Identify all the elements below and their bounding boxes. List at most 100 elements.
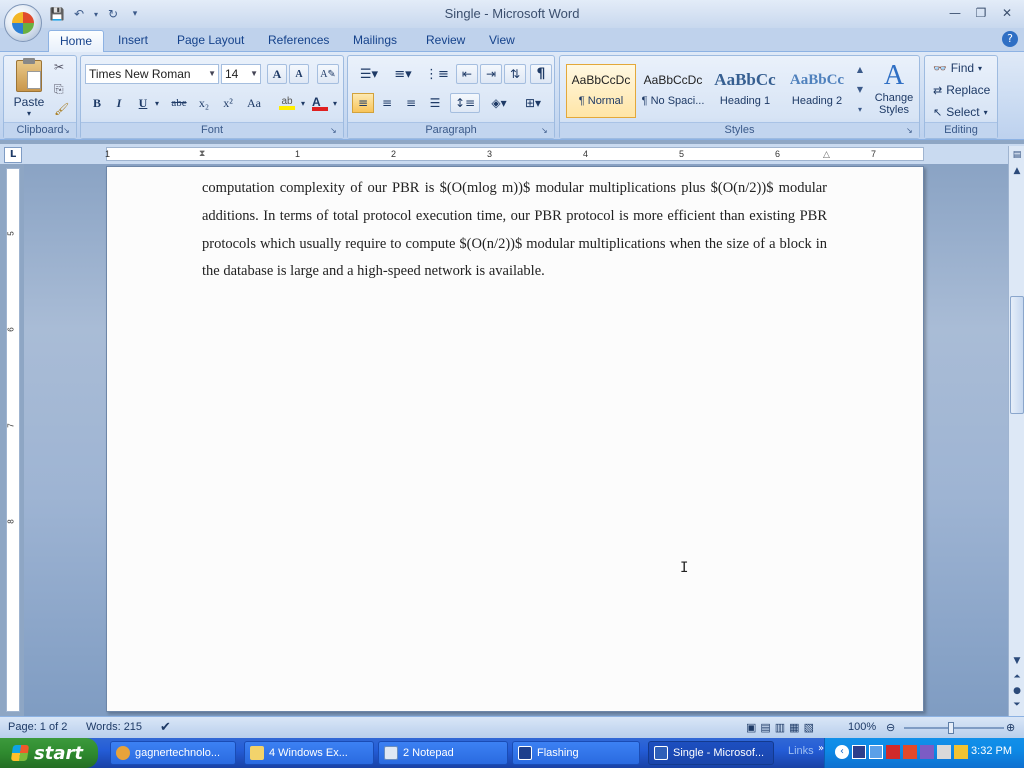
superscript-button[interactable]: x² [217,93,239,113]
scroll-thumb[interactable] [1010,296,1024,414]
clipboard-launcher-icon[interactable]: ↘ [63,126,73,136]
clock[interactable]: 3:32 PM [971,745,1012,757]
tray-expand-icon[interactable]: ‹ [835,745,849,759]
taskbar-item-flashing[interactable]: Flashing [512,741,640,765]
style-heading-2[interactable]: AaBbCc Heading 2 [782,64,852,118]
cut-icon[interactable]: ✂ [54,60,64,74]
restore-icon[interactable]: ❐ [968,3,994,23]
scroll-up-icon[interactable]: ▲ [1010,164,1024,178]
highlight-color-button[interactable]: ab [275,93,299,113]
paste-button[interactable]: Paste ▾ [12,58,46,118]
scroll-down-icon[interactable]: ▼ [1010,654,1024,668]
font-launcher-icon[interactable]: ↘ [330,126,340,136]
bullets-icon[interactable]: ☰▾ [354,64,384,84]
subscript-button[interactable]: x₂ [193,93,215,113]
paragraph-launcher-icon[interactable]: ↘ [541,126,551,136]
word-count[interactable]: Words: 215 [86,721,142,733]
taskbar-item-explorer[interactable]: 4 Windows Ex... [244,741,374,765]
tab-view[interactable]: View [478,30,526,52]
show-formatting-marks-icon[interactable]: ¶ [530,64,552,84]
right-indent-icon[interactable]: △ [823,149,833,161]
bold-button[interactable]: B [87,93,107,113]
style-no-spacing[interactable]: AaBbCcDc ¶ No Spaci... [638,64,708,118]
copy-icon[interactable]: ⎘ [54,82,64,97]
styles-launcher-icon[interactable]: ↘ [906,126,916,136]
highlight-dropdown-icon[interactable]: ▾ [299,93,307,113]
tray-volume-icon[interactable] [937,745,951,759]
decrease-indent-icon[interactable]: ⇤ [456,64,478,84]
tab-home[interactable]: Home [48,30,105,52]
next-page-icon[interactable]: ⏷ [1010,698,1024,712]
view-buttons-icon[interactable]: ▣▤▥▦▧ [746,721,818,734]
align-right-icon[interactable]: ≡ [400,93,422,113]
zoom-slider-thumb[interactable] [948,722,954,734]
proofing-icon[interactable]: ✔ [160,719,171,735]
grow-font-button[interactable]: A [267,64,287,84]
document-paragraph[interactable]: computation complexity of our PBR is $(O… [202,175,827,286]
style-normal[interactable]: AaBbCcDc ¶ Normal [566,64,636,118]
clear-formatting-icon[interactable]: A✎ [317,64,339,84]
vertical-scrollbar[interactable]: ▤ ▲ ▼ ⏶ ● ⏷ [1008,146,1024,716]
zoom-level[interactable]: 100% [848,721,876,733]
tray-app3-icon[interactable] [920,745,934,759]
replace-button[interactable]: ⇄ Replace [933,80,990,100]
sort-icon[interactable]: ⇅ [504,64,526,84]
office-button[interactable] [4,4,42,42]
taskbar-item-notepad[interactable]: 2 Notepad [378,741,508,765]
underline-button[interactable]: U [133,93,153,113]
format-painter-icon[interactable]: 🖌 [54,102,69,116]
font-color-button[interactable]: A [309,93,331,113]
multilevel-list-icon[interactable]: ⋮≡ [422,64,452,84]
chevron-down-icon: ▼ [250,69,258,78]
minimize-icon[interactable]: — [942,3,968,23]
tab-page-layout[interactable]: Page Layout [166,30,255,52]
font-size-combo[interactable]: 14 ▼ [221,64,261,84]
zoom-in-icon[interactable]: ⊕ [1006,721,1015,734]
shrink-font-button[interactable]: A [289,64,309,84]
tab-review[interactable]: Review [415,30,476,52]
browse-object-icon[interactable]: ● [1010,684,1024,698]
vertical-ruler[interactable]: 5 6 7 8 [6,168,20,712]
justify-icon[interactable]: ☰ [424,93,446,113]
style-heading-1[interactable]: AaBbCc Heading 1 [710,64,780,118]
tray-pdf-icon[interactable] [886,745,900,759]
zoom-slider[interactable] [904,727,1004,729]
taskbar-item-browser[interactable]: gagnertechnolo... [110,741,236,765]
increase-indent-icon[interactable]: ⇥ [480,64,502,84]
change-case-button[interactable]: Aa [241,93,267,113]
first-line-indent-icon[interactable]: ⧗ [199,148,209,160]
line-spacing-icon[interactable]: ↕≡ [450,93,480,113]
tab-references[interactable]: References [257,30,340,52]
tray-app4-icon[interactable] [954,745,968,759]
select-button[interactable]: ↖ Select ▾ [933,102,988,122]
horizontal-ruler[interactable]: 1 ⧗ 1 2 3 4 5 6 △ 7 [105,147,924,161]
font-name-combo[interactable]: Times New Roman ▼ [85,64,219,84]
links-toolbar[interactable]: Links [788,745,814,757]
close-icon[interactable]: ✕ [994,3,1020,23]
help-icon[interactable]: ? [1002,31,1018,47]
strikethrough-button[interactable]: abe [167,93,191,113]
tab-insert[interactable]: Insert [107,30,159,52]
tab-mailings[interactable]: Mailings [342,30,408,52]
view-ruler-icon[interactable]: ▤ [1010,148,1024,162]
font-color-dropdown-icon[interactable]: ▾ [331,93,339,113]
underline-dropdown-icon[interactable]: ▾ [153,93,161,113]
numbering-icon[interactable]: ≡▾ [388,64,418,84]
previous-page-icon[interactable]: ⏶ [1010,670,1024,684]
zoom-out-icon[interactable]: ⊖ [886,721,895,734]
borders-icon[interactable]: ⊞▾ [518,93,548,113]
italic-button[interactable]: I [109,93,129,113]
shading-icon[interactable]: ◈▾ [484,93,514,113]
tray-app2-icon[interactable] [903,745,917,759]
styles-scroll[interactable]: ▲ ▼ ▾ [854,60,866,120]
tray-app-icon[interactable] [852,745,866,759]
taskbar-item-word[interactable]: Single - Microsof... [648,741,774,765]
tab-selector-icon[interactable]: L [4,147,22,163]
start-button[interactable]: start [0,738,98,768]
align-left-icon[interactable]: ≡ [352,93,374,113]
page-count[interactable]: Page: 1 of 2 [8,721,67,733]
find-button[interactable]: 👓 Find ▾ [933,58,982,78]
align-center-icon[interactable]: ≡ [376,93,398,113]
change-styles-button[interactable]: A Change Styles [870,60,918,116]
tray-network-icon[interactable] [869,745,883,759]
